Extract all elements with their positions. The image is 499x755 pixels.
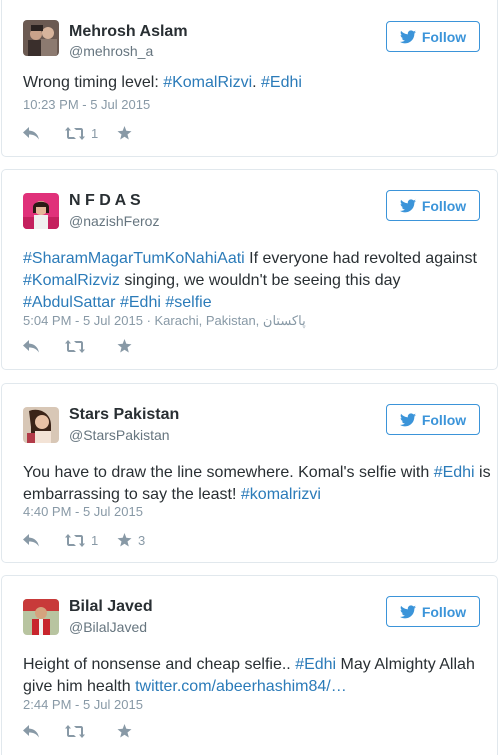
reply-arrow-icon bbox=[23, 339, 39, 353]
tweet-timestamp[interactable]: 10:23 PM - 5 Jul 2015 bbox=[23, 97, 150, 112]
favorite-button[interactable]: 3 bbox=[117, 533, 157, 548]
star-icon bbox=[117, 724, 132, 738]
tweet-card: Stars Pakistan @StarsPakistan Follow You… bbox=[1, 383, 498, 563]
tweet-actions bbox=[23, 722, 157, 740]
hashtag-link[interactable]: #Edhi bbox=[261, 74, 302, 91]
text-segment: singing, we wouldn't be seeing this day bbox=[119, 272, 401, 289]
text-segment: . bbox=[252, 74, 262, 91]
follow-button[interactable]: Follow bbox=[386, 21, 480, 52]
author-handle[interactable]: @BilalJaved bbox=[69, 619, 147, 635]
url-link[interactable]: twitter.com/abeerhashim84/… bbox=[135, 678, 347, 695]
star-icon bbox=[117, 126, 132, 140]
tweet-card: N F D A S @nazishFeroz Follow #SharamMag… bbox=[1, 169, 498, 370]
favorite-count: 3 bbox=[138, 532, 146, 548]
retweet-button[interactable] bbox=[65, 339, 117, 353]
text-segment: You have to draw the line somewhere. Kom… bbox=[23, 464, 434, 481]
reply-button[interactable] bbox=[23, 724, 65, 738]
hashtag-link[interactable]: #AbdulSattar bbox=[23, 294, 116, 311]
tweet-actions: 1 3 bbox=[23, 531, 157, 549]
follow-button[interactable]: Follow bbox=[386, 596, 480, 627]
author-handle[interactable]: @mehrosh_a bbox=[69, 43, 153, 59]
reply-arrow-icon bbox=[23, 724, 39, 738]
reply-button[interactable] bbox=[23, 339, 65, 353]
tweet-text: #SharamMagarTumKoNahiAati If everyone ha… bbox=[23, 248, 493, 314]
retweet-count: 1 bbox=[91, 125, 99, 141]
hashtag-link[interactable]: #KomalRizvi bbox=[163, 74, 252, 91]
hashtag-link[interactable]: #selfie bbox=[165, 294, 211, 311]
reply-button[interactable] bbox=[23, 533, 65, 547]
favorite-button[interactable] bbox=[117, 126, 157, 140]
reply-button[interactable] bbox=[23, 126, 65, 140]
tweet-card: Bilal Javed @BilalJaved Follow Height of… bbox=[1, 575, 498, 755]
author-name[interactable]: Stars Pakistan bbox=[69, 406, 179, 424]
star-icon bbox=[117, 339, 132, 353]
retweet-button[interactable]: 1 bbox=[65, 533, 117, 548]
retweet-count: 1 bbox=[91, 532, 99, 548]
avatar[interactable] bbox=[23, 20, 59, 56]
author-name[interactable]: N F D A S bbox=[69, 192, 141, 210]
tweet-card: Mehrosh Aslam @mehrosh_a Follow Wrong ti… bbox=[1, 0, 498, 157]
retweet-icon bbox=[65, 724, 85, 738]
hashtag-link[interactable]: #Edhi bbox=[434, 464, 475, 481]
follow-button[interactable]: Follow bbox=[386, 404, 480, 435]
tweet-text: Wrong timing level: #KomalRizvi. #Edhi bbox=[23, 72, 493, 94]
favorite-button[interactable] bbox=[117, 339, 157, 353]
avatar[interactable] bbox=[23, 407, 59, 443]
retweet-button[interactable] bbox=[65, 724, 117, 738]
tweet-timestamp[interactable]: 4:40 PM - 5 Jul 2015 bbox=[23, 504, 143, 519]
tweet-actions: 1 bbox=[23, 124, 157, 142]
follow-label: Follow bbox=[421, 411, 467, 428]
hashtag-link[interactable]: #Edhi bbox=[120, 294, 161, 311]
tweet-text: You have to draw the line somewhere. Kom… bbox=[23, 462, 493, 506]
follow-label: Follow bbox=[421, 28, 467, 45]
author-name[interactable]: Mehrosh Aslam bbox=[69, 23, 188, 41]
hashtag-link[interactable]: #komalrizvi bbox=[241, 486, 321, 503]
avatar[interactable] bbox=[23, 599, 59, 635]
hashtag-link[interactable]: #Edhi bbox=[295, 656, 336, 673]
twitter-bird-icon bbox=[399, 604, 416, 619]
twitter-bird-icon bbox=[399, 412, 416, 427]
text-segment: Wrong timing level: bbox=[23, 74, 164, 91]
avatar[interactable] bbox=[23, 193, 59, 229]
star-icon bbox=[117, 533, 132, 547]
retweet-icon bbox=[65, 339, 85, 353]
retweet-button[interactable]: 1 bbox=[65, 126, 117, 141]
hashtag-link[interactable]: #KomalRizviz bbox=[23, 272, 120, 289]
hashtag-link[interactable]: #SharamMagarTumKoNahiAati bbox=[23, 250, 245, 267]
follow-label: Follow bbox=[421, 603, 467, 620]
tweet-actions bbox=[23, 337, 157, 355]
retweet-icon bbox=[65, 126, 85, 140]
favorite-button[interactable] bbox=[117, 724, 157, 738]
tweet-timestamp[interactable]: 2:44 PM - 5 Jul 2015 bbox=[23, 697, 143, 712]
retweet-icon bbox=[65, 533, 85, 547]
author-name[interactable]: Bilal Javed bbox=[69, 598, 153, 616]
text-segment: If everyone had revolted against bbox=[244, 250, 477, 267]
reply-arrow-icon bbox=[23, 533, 39, 547]
follow-button[interactable]: Follow bbox=[386, 190, 480, 221]
tweet-timestamp[interactable]: 5:04 PM - 5 Jul 2015 · Karachi, Pakistan… bbox=[23, 313, 306, 329]
twitter-bird-icon bbox=[399, 198, 416, 213]
text-segment: Height of nonsense and cheap selfie.. bbox=[23, 656, 296, 673]
author-handle[interactable]: @nazishFeroz bbox=[69, 213, 159, 229]
twitter-bird-icon bbox=[399, 29, 416, 44]
tweet-text: Height of nonsense and cheap selfie.. #E… bbox=[23, 654, 493, 698]
reply-arrow-icon bbox=[23, 126, 39, 140]
author-handle[interactable]: @StarsPakistan bbox=[69, 427, 170, 443]
follow-label: Follow bbox=[421, 197, 467, 214]
